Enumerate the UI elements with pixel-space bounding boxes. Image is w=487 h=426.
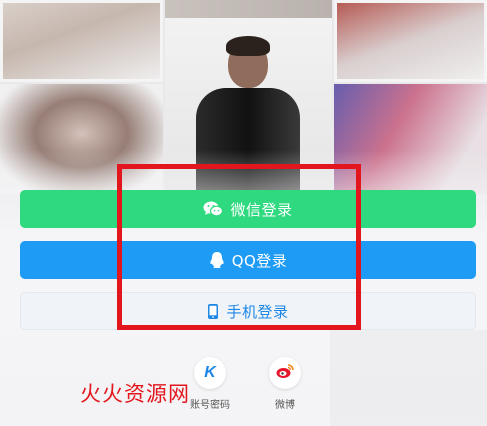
- weibo-login[interactable]: 微博: [255, 357, 315, 411]
- weibo-login-label: 微博: [275, 400, 295, 411]
- watermark-text: 火火资源网: [80, 382, 190, 406]
- k-account-icon: K: [204, 364, 216, 381]
- artist-photo-top-left: [0, 0, 163, 82]
- phone-icon: [207, 303, 219, 320]
- weibo-login-circle[interactable]: [269, 357, 301, 389]
- qq-icon: [209, 251, 225, 269]
- account-login-circle[interactable]: K: [194, 357, 226, 389]
- artist-photo-top-right: [334, 0, 487, 82]
- weibo-icon: [275, 363, 295, 383]
- wechat-icon: [203, 201, 224, 217]
- artist-figure-hair: [226, 36, 270, 56]
- phone-login-label: 手机登录: [226, 302, 289, 321]
- qq-login-label: QQ登录: [231, 251, 288, 270]
- phone-login-button[interactable]: 手机登录: [20, 292, 476, 330]
- qq-login-button[interactable]: QQ登录: [20, 241, 476, 279]
- wechat-login-button[interactable]: 微信登录: [20, 190, 476, 228]
- account-login-label: 账号密码: [190, 400, 230, 411]
- wechat-login-label: 微信登录: [230, 200, 293, 219]
- artist-photo-top-middle: [165, 0, 332, 18]
